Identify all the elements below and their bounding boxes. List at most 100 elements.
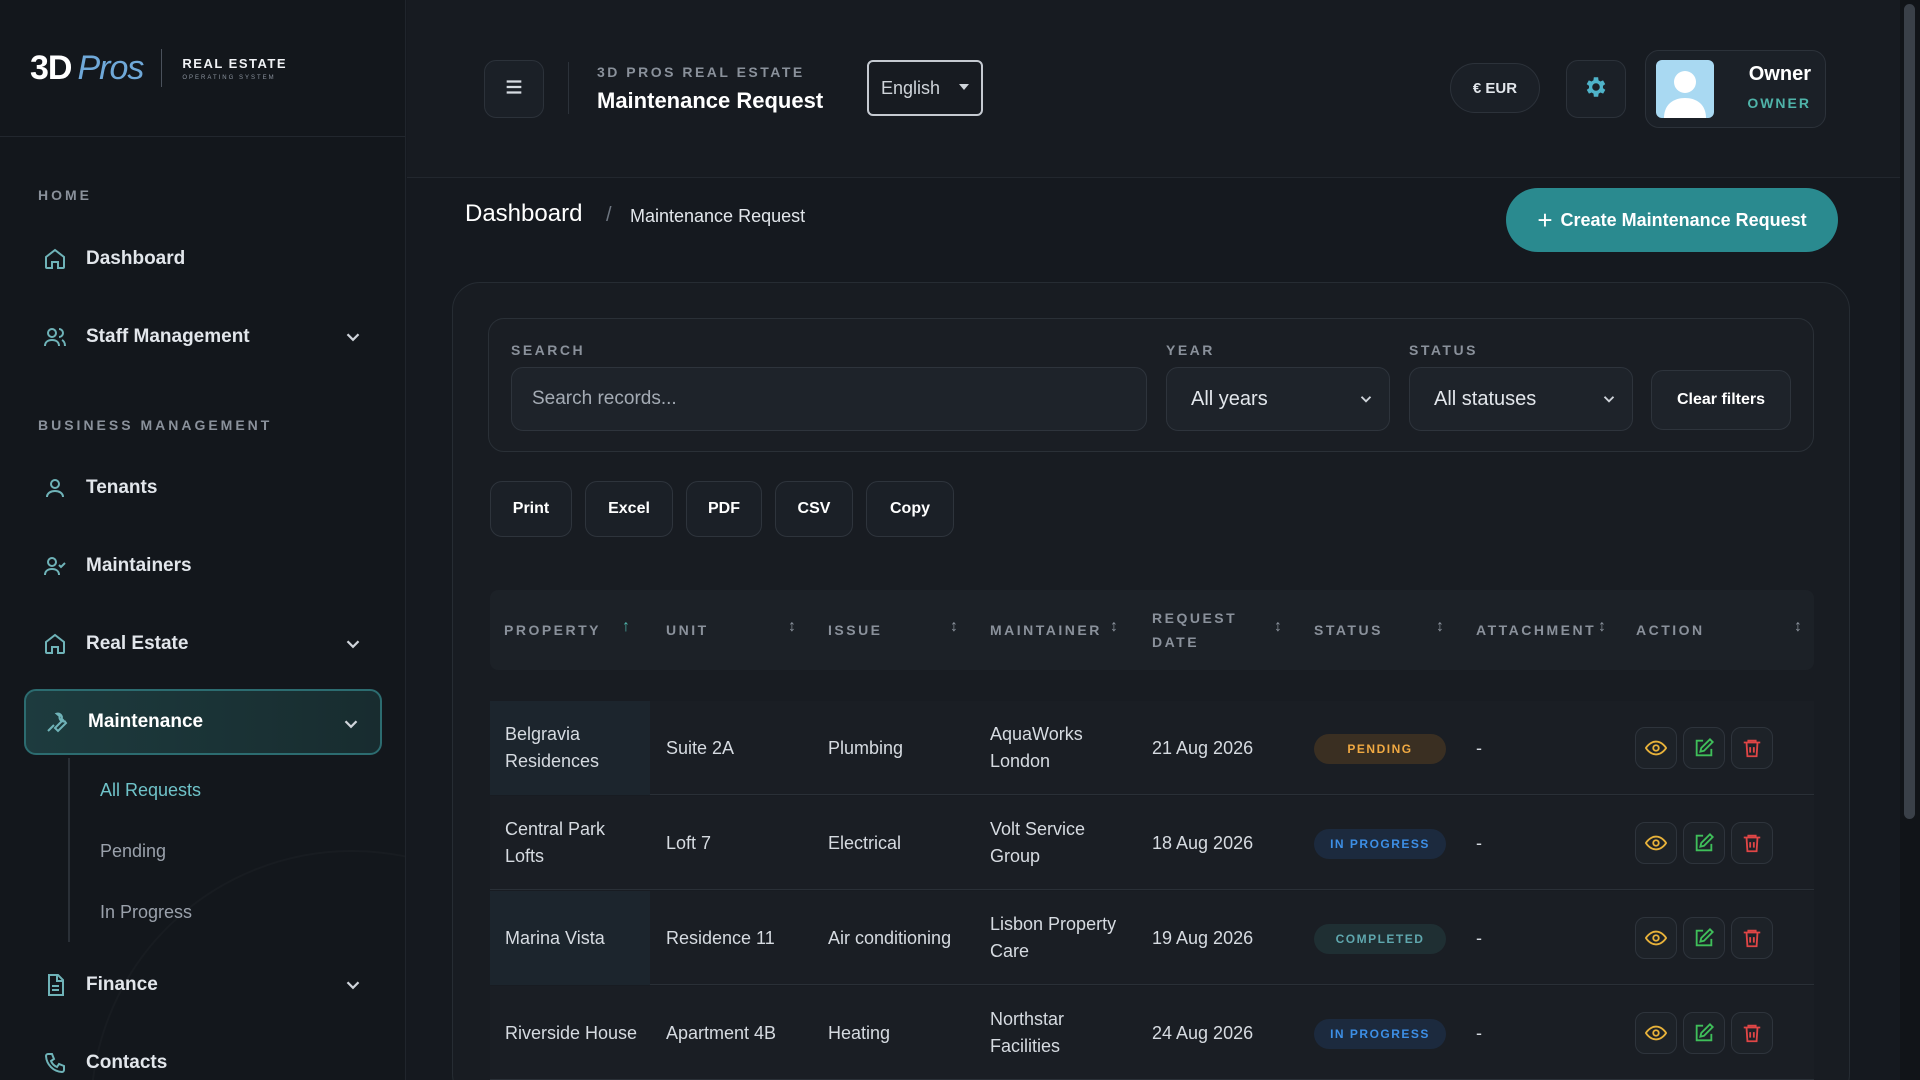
chevron-down-icon (1600, 390, 1618, 408)
delete-button[interactable] (1731, 917, 1773, 959)
column-header-action[interactable]: ACTION (1636, 590, 1705, 670)
edit-icon (1695, 832, 1715, 852)
sort-icon[interactable]: ↕ (1110, 618, 1118, 636)
column-header-issue[interactable]: ISSUE (828, 590, 883, 670)
cell-request-date: 19 Aug 2026 (1152, 927, 1254, 948)
column-header-unit[interactable]: UNIT (666, 590, 709, 670)
pdf-button[interactable]: PDF (686, 481, 762, 537)
status-value: All statuses (1434, 387, 1537, 410)
edit-button[interactable] (1683, 917, 1725, 959)
sort-icon[interactable]: ↕ (788, 618, 796, 636)
users-icon (42, 324, 68, 350)
sidebar-item-maintenance[interactable]: Maintenance (24, 689, 382, 755)
settings-button[interactable] (1566, 60, 1626, 118)
logo-tag-top: REAL ESTATE (182, 55, 288, 71)
search-input[interactable] (511, 367, 1147, 431)
delete-button[interactable] (1731, 727, 1773, 769)
column-header-attachment[interactable]: ATTACHMENT (1476, 590, 1596, 670)
chevron-down-icon (342, 633, 364, 655)
cell-unit: Apartment 4B (666, 1022, 777, 1043)
language-select[interactable]: English (867, 60, 983, 116)
column-header-property[interactable]: PROPERTY (504, 590, 601, 670)
sort-icon[interactable]: ↕ (1794, 618, 1802, 636)
sidebar-item-label: Real Estate (86, 633, 189, 654)
print-button[interactable]: Print (490, 481, 572, 537)
clear-filters-button[interactable]: Clear filters (1651, 370, 1791, 430)
status-badge: PENDING (1314, 734, 1446, 764)
sidebar-item-contacts[interactable]: Contacts (24, 1030, 382, 1080)
sidebar-item-tenants[interactable]: Tenants (24, 455, 382, 521)
year-select[interactable]: All years (1166, 367, 1390, 431)
cell-property: Marina Vista (505, 927, 605, 948)
document-icon (42, 972, 68, 998)
cell-issue: Heating (828, 1022, 891, 1043)
cell-attachment: - (1476, 832, 1482, 853)
page-scrollbar-thumb[interactable] (1904, 4, 1915, 819)
excel-button[interactable]: Excel (585, 481, 673, 537)
view-button[interactable] (1635, 822, 1677, 864)
subnav-in-progress[interactable]: In Progress (100, 902, 192, 923)
sort-icon[interactable]: ↕ (1436, 618, 1444, 636)
eye-icon (1645, 1025, 1667, 1041)
chevron-down-icon (342, 326, 364, 348)
breadcrumb-root[interactable]: Dashboard (465, 200, 582, 228)
sort-icon[interactable]: ↕ (950, 618, 958, 636)
logo-tagline: REAL ESTATE OPERATING SYSTEM (182, 56, 287, 81)
sidebar-item-real-estate[interactable]: Real Estate (24, 611, 382, 677)
csv-button[interactable]: CSV (775, 481, 853, 537)
view-button[interactable] (1635, 727, 1677, 769)
cell-property: Central Park Lofts (505, 819, 606, 866)
sidebar-item-label: Contacts (86, 1052, 168, 1073)
create-button-label: Create Maintenance Request (1560, 209, 1807, 230)
breadcrumb-current: Maintenance Request (630, 206, 806, 226)
currency-button[interactable]: € EUR (1450, 63, 1540, 113)
table-row[interactable]: Riverside House Apartment 4B Heating Nor… (490, 986, 1814, 1080)
logo-tag-bottom: OPERATING SYSTEM (182, 74, 276, 81)
delete-button[interactable] (1731, 1012, 1773, 1054)
edit-button[interactable] (1683, 822, 1725, 864)
header-divider (568, 62, 569, 114)
sidebar-item-staff-management[interactable]: Staff Management (24, 304, 382, 370)
edit-button[interactable] (1683, 1012, 1725, 1054)
avatar (1656, 60, 1714, 118)
create-maintenance-request-button[interactable]: + Create Maintenance Request (1506, 188, 1838, 252)
search-label: SEARCH (511, 342, 586, 358)
sidebar-item-dashboard[interactable]: Dashboard (24, 226, 382, 292)
cell-property: Belgravia Residences (505, 724, 600, 771)
column-header-request-date[interactable]: REQUEST DATE (1152, 590, 1262, 670)
cell-attachment: - (1476, 737, 1482, 758)
cell-issue: Electrical (828, 832, 902, 853)
cell-maintainer: Northstar Facilities (990, 1009, 1065, 1056)
cell-attachment: - (1476, 927, 1482, 948)
view-button[interactable] (1635, 917, 1677, 959)
status-badge: IN PROGRESS (1314, 1019, 1446, 1049)
menu-toggle-button[interactable] (484, 60, 544, 118)
table-row[interactable]: Belgravia Residences Suite 2A Plumbing A… (490, 701, 1814, 795)
subnav-pending[interactable]: Pending (100, 841, 166, 862)
sidebar-item-label: Maintenance (88, 711, 204, 732)
sidebar-item-finance[interactable]: Finance (24, 952, 382, 1018)
brand-logo[interactable]: 3D Pros REAL ESTATE OPERATING SYSTEM (0, 0, 405, 137)
user-check-icon (42, 553, 68, 579)
edit-icon (1695, 1022, 1715, 1042)
edit-button[interactable] (1683, 727, 1725, 769)
sidebar-item-label: Maintainers (86, 555, 192, 576)
user-menu[interactable]: Owner OWNER (1645, 50, 1826, 128)
sort-icon[interactable]: ↕ (1274, 618, 1282, 636)
home-icon (42, 631, 68, 657)
sort-icon[interactable]: ↕ (1598, 618, 1606, 636)
user-name: Owner (1748, 63, 1811, 85)
view-button[interactable] (1635, 1012, 1677, 1054)
delete-button[interactable] (1731, 822, 1773, 864)
copy-button[interactable]: Copy (866, 481, 954, 537)
cell-unit: Suite 2A (666, 737, 735, 758)
subnav-all-requests[interactable]: All Requests (100, 780, 201, 801)
status-label: STATUS (1409, 342, 1478, 358)
table-row[interactable]: Central Park Lofts Loft 7 Electrical Vol… (490, 796, 1814, 890)
table-row[interactable]: Marina Vista Residence 11 Air conditioni… (490, 891, 1814, 985)
sort-asc-icon[interactable]: ↑ (622, 618, 630, 636)
sidebar-item-maintainers[interactable]: Maintainers (24, 533, 382, 599)
column-header-maintainer[interactable]: MAINTAINER (990, 590, 1102, 670)
column-header-status[interactable]: STATUS (1314, 590, 1383, 670)
status-select[interactable]: All statuses (1409, 367, 1633, 431)
